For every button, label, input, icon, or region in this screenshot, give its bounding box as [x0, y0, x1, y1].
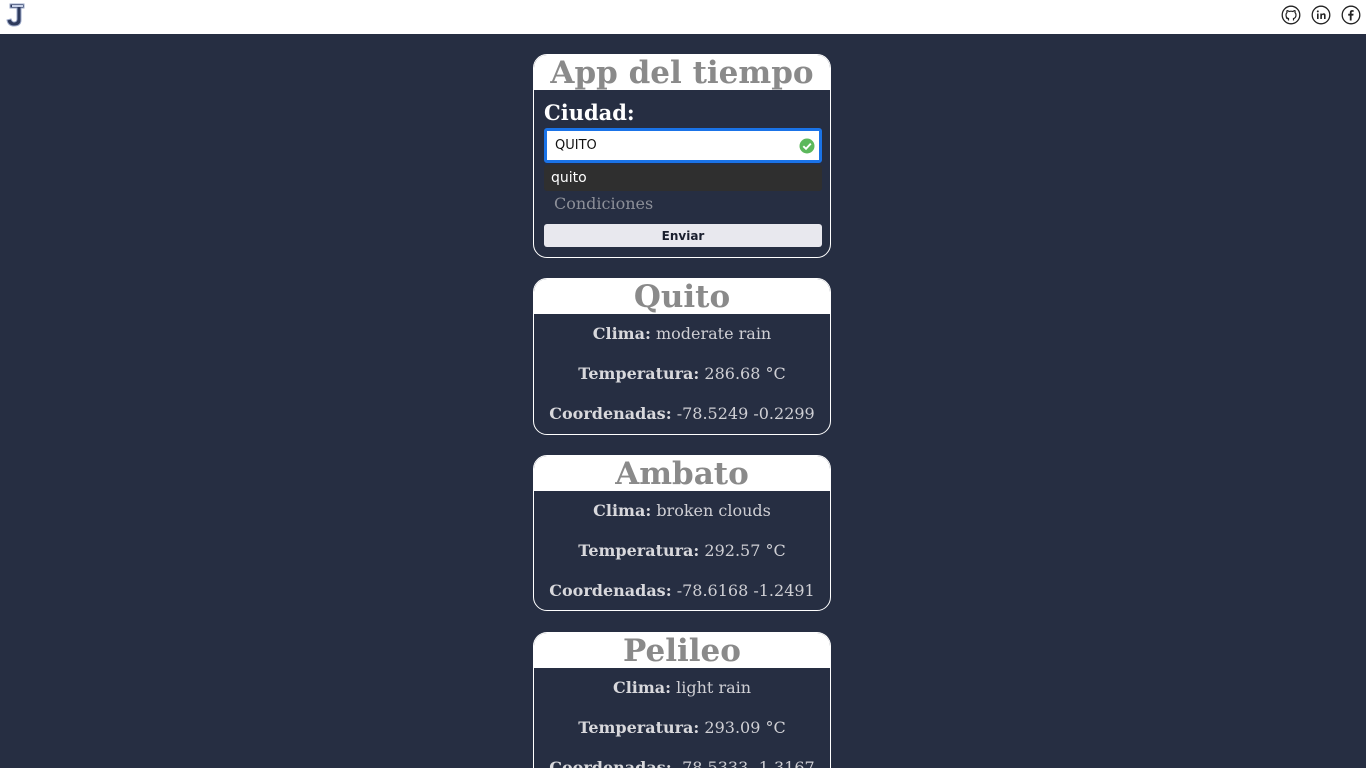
logo-icon[interactable]: [4, 2, 26, 28]
city-name: Ambato: [534, 456, 830, 492]
linkedin-icon[interactable]: [1311, 5, 1331, 25]
clima-row: Clima: moderate rain: [534, 314, 830, 354]
weather-card-quito: Quito Clima: moderate rain Temperatura: …: [533, 278, 831, 435]
coordenadas-value: -78.6168 -1.2491: [676, 581, 815, 600]
top-navbar: [0, 0, 1366, 34]
clima-label: Clima:: [592, 324, 651, 343]
weather-card-ambato: Ambato Clima: broken clouds Temperatura:…: [533, 455, 831, 611]
app-title: App del tiempo: [534, 55, 830, 91]
hidden-option-text: Condiciones: [554, 194, 654, 213]
coordenadas-label: Coordenadas:: [549, 581, 672, 600]
clima-row: Clima: broken clouds: [534, 491, 830, 531]
clima-value: broken clouds: [656, 501, 771, 520]
temperatura-value: 286.68 °C: [704, 364, 786, 383]
clima-label: Clima:: [593, 501, 652, 520]
temperatura-label: Temperatura:: [578, 718, 700, 737]
clima-value: light rain: [676, 678, 752, 697]
clima-value: moderate rain: [655, 324, 772, 343]
city-input-value: QUITO: [555, 138, 597, 153]
facebook-icon[interactable]: [1341, 5, 1361, 25]
clima-label: Clima:: [612, 678, 672, 697]
coordenadas-label: Coordenadas:: [549, 404, 672, 423]
coordenadas-row: Coordenadas: -78.6168 -1.2491: [534, 571, 830, 610]
coordenadas-value: -78.5249 -0.2299: [676, 404, 815, 423]
city-input[interactable]: QUITO: [544, 128, 822, 163]
temperatura-value: 293.09 °C: [704, 718, 786, 737]
coordenadas-row: Coordenadas: -78.5333 -1.3167: [534, 748, 830, 768]
clima-row: Clima: light rain: [534, 668, 830, 708]
temperatura-row: Temperatura: 293.09 °C: [534, 708, 830, 748]
temperatura-row: Temperatura: 286.68 °C: [534, 354, 830, 394]
city-name: Pelileo: [534, 633, 830, 669]
temperatura-label: Temperatura:: [578, 541, 700, 560]
coordenadas-value: -78.5333 -1.3167: [676, 758, 815, 768]
weather-form-card: App del tiempo Ciudad: Condiciones climá…: [533, 54, 831, 258]
submit-button[interactable]: Enviar: [544, 224, 822, 247]
weather-card-pelileo: Pelileo Clima: light rain Temperatura: 2…: [533, 632, 831, 768]
city-label: Ciudad:: [544, 100, 635, 125]
autocomplete-option[interactable]: quito: [544, 165, 822, 191]
coordenadas-row: Coordenadas: -78.5249 -0.2299: [534, 394, 830, 434]
github-icon[interactable]: [1281, 5, 1301, 25]
coordenadas-label: Coordenadas:: [549, 758, 672, 768]
valid-check-icon: [799, 138, 815, 154]
city-name: Quito: [534, 279, 830, 315]
temperatura-label: Temperatura:: [578, 364, 700, 383]
temperatura-row: Temperatura: 292.57 °C: [534, 531, 830, 571]
temperatura-value: 292.57 °C: [704, 541, 786, 560]
